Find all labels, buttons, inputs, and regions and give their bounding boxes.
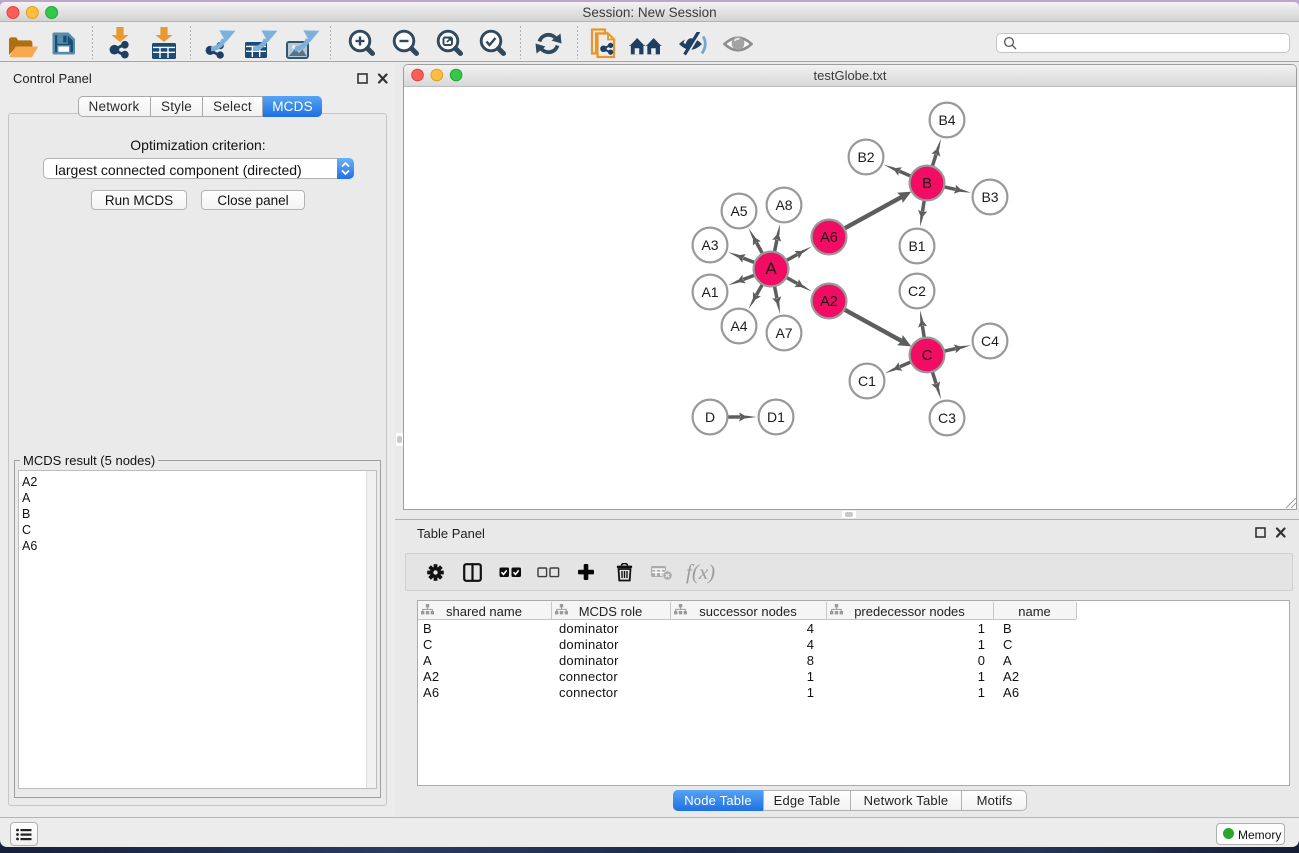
svg-text:B: B xyxy=(922,175,932,192)
svg-text:A: A xyxy=(765,259,777,278)
svg-text:A5: A5 xyxy=(730,203,747,219)
svg-text:C3: C3 xyxy=(938,410,956,426)
svg-text:A3: A3 xyxy=(701,237,718,253)
svg-text:A4: A4 xyxy=(730,318,747,334)
svg-text:A8: A8 xyxy=(775,197,792,213)
svg-text:A6: A6 xyxy=(820,230,838,246)
svg-text:C1: C1 xyxy=(858,373,876,389)
svg-text:C: C xyxy=(922,347,933,364)
svg-text:A7: A7 xyxy=(775,325,792,341)
svg-text:C4: C4 xyxy=(981,333,999,349)
svg-text:D1: D1 xyxy=(767,409,785,425)
svg-text:B1: B1 xyxy=(908,238,925,254)
svg-text:B3: B3 xyxy=(981,189,998,205)
svg-text:A2: A2 xyxy=(820,294,838,310)
svg-text:D: D xyxy=(705,409,715,425)
svg-text:C2: C2 xyxy=(908,283,926,299)
svg-text:A1: A1 xyxy=(701,284,718,300)
svg-text:B2: B2 xyxy=(857,149,874,165)
svg-text:B4: B4 xyxy=(938,112,955,128)
